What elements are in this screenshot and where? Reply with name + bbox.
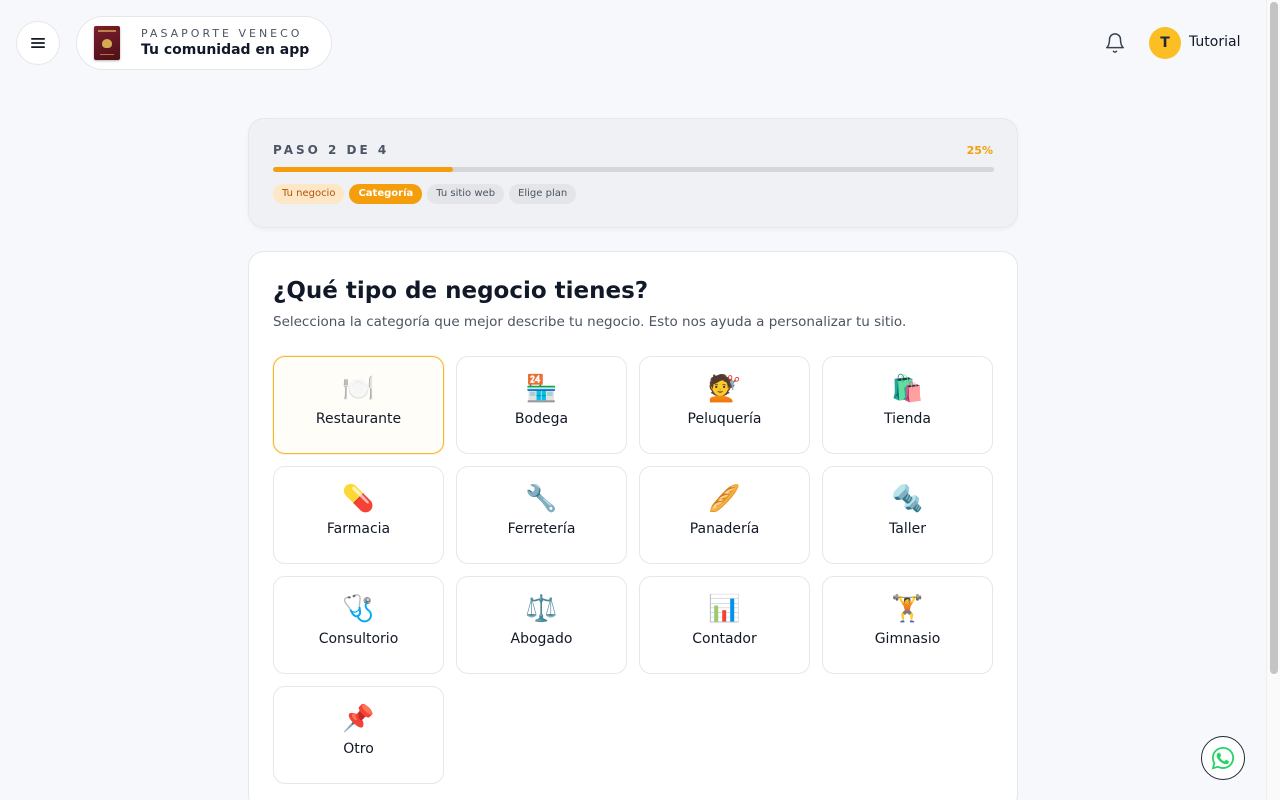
page-title: ¿Qué tipo de negocio tienes? [273,278,649,304]
category-option-contador[interactable]: 📊 Contador [639,576,810,674]
category-option-abogado[interactable]: ⚖️ Abogado [456,576,627,674]
stethoscope-icon: 🩺 [342,594,375,624]
page-scrollbar[interactable] [1266,0,1280,800]
progress-percent: 25% [966,144,993,157]
category-option-peluqueria[interactable]: 💇 Peluquería [639,356,810,454]
category-option-taller[interactable]: 🔩 Taller [822,466,993,564]
notifications-bell-icon[interactable] [1104,32,1126,54]
step-chips: Tu negocio Categoría Tu sitio web Elige pla… [273,184,577,204]
store-icon: 🏪 [525,374,558,404]
step-chip: Elige plan [509,184,577,204]
category-label: Panadería [689,521,760,537]
wrench-icon: 🔧 [525,484,558,514]
category-option-ferreteria[interactable]: 🔧 Ferretería [456,466,627,564]
nut-bolt-icon: 🔩 [891,484,924,514]
menu-button[interactable] [16,21,60,65]
category-grid: 🍽️ Restaurante 🏪 Bodega 💇 Peluquería 🛍️ Tienda 💊… [273,356,993,784]
category-label: Abogado [510,631,573,647]
step-chip: Tu sitio web [427,184,505,204]
category-label: Contador [692,631,757,647]
passport-logo [94,26,120,60]
hamburger-icon [31,38,45,48]
category-label: Restaurante [315,411,402,427]
progress-fill [273,167,454,172]
user-name[interactable]: Tutorial [1189,34,1240,50]
category-option-consultorio[interactable]: 🩺 Consultorio [273,576,444,674]
category-card: ¿Qué tipo de negocio tienes? Selecciona … [248,251,1018,800]
plate-icon: 🍽️ [342,374,375,404]
category-label: Farmacia [326,521,391,537]
category-label: Ferretería [507,521,576,537]
pill-icon: 💊 [342,484,375,514]
pushpin-icon: 📌 [342,704,375,734]
category-option-restaurante[interactable]: 🍽️ Restaurante [273,356,444,454]
category-label: Consultorio [318,631,399,647]
category-option-tienda[interactable]: 🛍️ Tienda [822,356,993,454]
bar-chart-icon: 📊 [708,594,741,624]
haircut-icon: 💇 [708,374,741,404]
category-label: Bodega [514,411,569,427]
step-label: PASO 2 DE 4 [273,143,390,157]
step-chip: Tu negocio [273,184,345,204]
weightlifter-icon: 🏋️ [891,594,924,624]
brand-name: PASAPORTE VENECO [141,27,303,40]
category-option-otro[interactable]: 📌 Otro [273,686,444,784]
brand-pill[interactable]: PASAPORTE VENECO Tu comunidad en app [76,16,332,70]
category-label: Peluquería [687,411,762,427]
page-subtitle: Selecciona la categoría que mejor descri… [273,314,907,330]
category-label: Gimnasio [874,631,941,647]
scales-icon: ⚖️ [525,594,558,624]
category-option-panaderia[interactable]: 🥖 Panadería [639,466,810,564]
user-avatar[interactable]: T [1149,27,1181,59]
whatsapp-button[interactable] [1201,736,1245,780]
progress-track [273,167,994,172]
category-label: Tienda [884,411,931,427]
category-label: Taller [889,521,926,537]
scrollbar-thumb[interactable] [1270,2,1278,674]
progress-card: PASO 2 DE 4 25% Tu negocio Categoría Tu si… [248,118,1018,228]
whatsapp-icon [1211,746,1235,770]
category-option-gimnasio[interactable]: 🏋️ Gimnasio [822,576,993,674]
brand-tagline: Tu comunidad en app [141,42,310,58]
shopping-bags-icon: 🛍️ [891,374,924,404]
step-chip: Categoría [349,184,423,204]
category-label: Otro [343,741,374,757]
category-option-farmacia[interactable]: 💊 Farmacia [273,466,444,564]
baguette-icon: 🥖 [708,484,741,514]
category-option-bodega[interactable]: 🏪 Bodega [456,356,627,454]
